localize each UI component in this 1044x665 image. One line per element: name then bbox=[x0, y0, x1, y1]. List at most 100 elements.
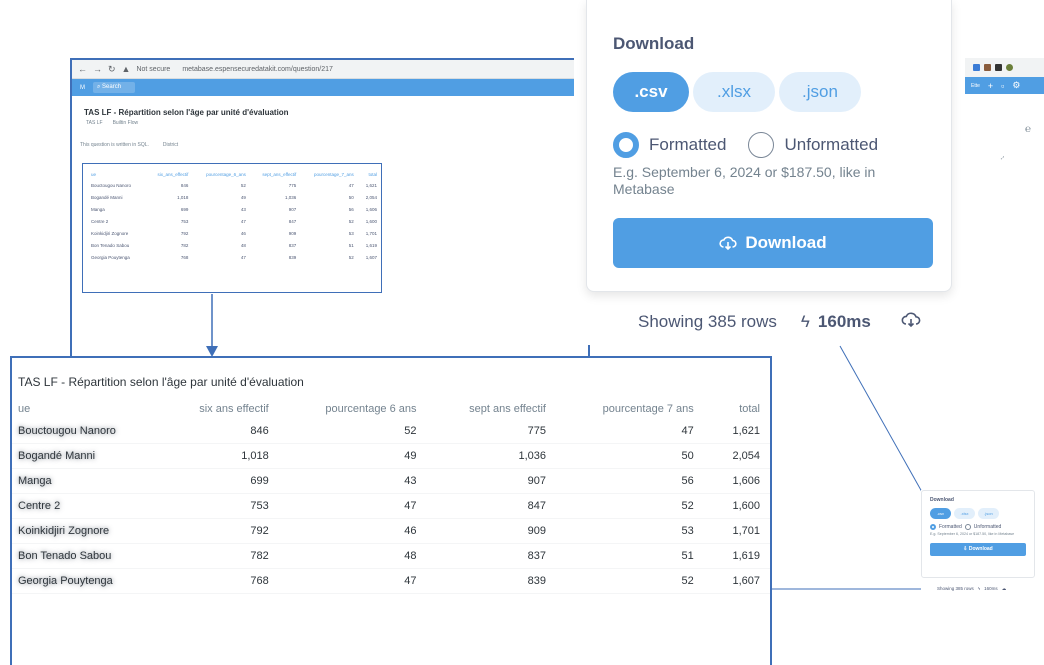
column-header[interactable]: pourcentage 7 ans bbox=[558, 397, 706, 419]
extension-icon[interactable] bbox=[973, 64, 980, 71]
collection-link[interactable]: TAS LF bbox=[86, 120, 103, 126]
thumbnail-card: Download .csv .xlsx .json Formatted Unfo… bbox=[921, 490, 1035, 578]
table-cell: 775 bbox=[288, 182, 297, 188]
table-cell: 50 bbox=[558, 443, 706, 469]
extension-icon[interactable] bbox=[984, 64, 991, 71]
table-cell: 51 bbox=[558, 543, 706, 569]
back-icon[interactable]: ← bbox=[78, 64, 87, 74]
format-json-button[interactable]: .json bbox=[779, 72, 861, 112]
table-cell: 1,018 bbox=[160, 443, 281, 469]
column-header[interactable]: total bbox=[706, 397, 770, 419]
table-cell-ue: Centre 2 bbox=[12, 493, 161, 519]
table-cell: 1,606 bbox=[365, 206, 377, 212]
unformatted-radio[interactable] bbox=[748, 132, 775, 158]
expand-icon[interactable]: ⤢ bbox=[1001, 155, 1044, 160]
bolt-icon: ϟ bbox=[800, 312, 810, 331]
bookmark-icon[interactable]: ▫ bbox=[1001, 81, 1004, 91]
table-cell-ue: Centre 2 bbox=[91, 218, 109, 224]
district-filter[interactable]: District bbox=[163, 142, 178, 148]
forward-icon[interactable]: → bbox=[93, 64, 102, 74]
table-cell: 47 bbox=[348, 182, 354, 188]
thumbnail-cloud-icon[interactable]: ☁ bbox=[1002, 586, 1007, 592]
thumbnail-formatted-label: Formatted bbox=[939, 524, 962, 530]
table-cell: 1,701 bbox=[365, 230, 377, 236]
format-xlsx-button[interactable]: .xlsx bbox=[693, 72, 775, 112]
table-cell: 846 bbox=[180, 182, 189, 188]
column-header[interactable]: six ans effectif bbox=[161, 397, 281, 419]
thumbnail-hint: E.g. September 6, 2024 or $187.50, like … bbox=[930, 532, 1015, 536]
table-row: Bouctougou Nanoro 846 52 775 47 1,621 bbox=[12, 419, 770, 444]
table-cell: 56 bbox=[558, 468, 706, 494]
table-row: Georgia Pouytenga 768 47 839 52 1,607 bbox=[12, 568, 770, 594]
table-row: Koinkidjiri Zognore 792 46 909 53 1,701 bbox=[83, 227, 381, 239]
table-row: Koinkidjiri Zognore 792 46 909 53 1,701 bbox=[12, 518, 770, 544]
table-cell: 1,701 bbox=[705, 518, 770, 544]
query-timing: 160ms bbox=[817, 312, 871, 331]
table-cell-ue: Bon Tenado Sabou bbox=[12, 543, 161, 569]
thumbnail-csv[interactable]: .csv bbox=[930, 508, 951, 519]
gear-icon[interactable]: ⚙ bbox=[1012, 80, 1020, 91]
table-cell-ue: Georgia Pouytenga bbox=[91, 254, 130, 260]
table-cell-ue: Koinkidjiri Zognore bbox=[91, 230, 129, 236]
table-row: Bon Tenado Sabou 782 48 837 51 1,619 bbox=[12, 543, 770, 569]
table-cell: 52 bbox=[558, 568, 706, 594]
format-hint: E.g. September 6, 2024 or $187.50, like … bbox=[613, 164, 876, 197]
download-results-icon[interactable] bbox=[901, 311, 921, 333]
table-cell: 49 bbox=[240, 194, 246, 200]
table-cell: 909 bbox=[428, 518, 558, 544]
table-cell: 52 bbox=[348, 218, 354, 224]
thumbnail-download-button[interactable]: ⇩ Download bbox=[930, 542, 1026, 556]
table-cell: 43 bbox=[280, 468, 429, 494]
formatted-radio[interactable] bbox=[613, 132, 639, 158]
builder-link[interactable]: Builtin Flow bbox=[113, 120, 139, 126]
table-row: Centre 2 753 47 847 52 1,600 bbox=[83, 215, 381, 227]
download-card: Download .csv .xlsx .json Formatted Unfo… bbox=[586, 0, 952, 292]
address-bar[interactable]: metabase.espensecuredatakit.com/question… bbox=[182, 66, 333, 73]
table-cell: 53 bbox=[348, 230, 354, 236]
table-cell: 53 bbox=[558, 518, 706, 544]
thumbnail-xlsx[interactable]: .xlsx bbox=[954, 508, 975, 519]
thumbnail-json[interactable]: .json bbox=[978, 508, 999, 519]
table-cell-ue: Manga bbox=[12, 468, 161, 494]
table-cell: 837 bbox=[288, 242, 297, 248]
table-title: TAS LF - Répartition selon l'âge par uni… bbox=[18, 375, 304, 389]
column-header[interactable]: pourcentage_7_ans bbox=[300, 170, 357, 179]
table-cell-ue: Georgia Pouytenga bbox=[12, 568, 161, 594]
sql-note-row: This question is written in SQL. Distric… bbox=[80, 142, 588, 148]
download-popover-zoom: Download .csv .xlsx .json Formatted Unfo… bbox=[574, 0, 964, 345]
question-title: TAS LF - Répartition selon l'âge par uni… bbox=[84, 108, 289, 117]
profile-avatar[interactable] bbox=[1006, 64, 1013, 71]
browser-toolbar: ← → ↻ ▲ Not secure metabase.espensecured… bbox=[72, 60, 588, 79]
column-header[interactable]: ue bbox=[12, 397, 161, 419]
column-header[interactable]: sept ans effectif bbox=[429, 397, 558, 419]
column-header[interactable]: pourcentage 6 ans bbox=[281, 397, 429, 419]
extension-icon[interactable] bbox=[995, 64, 1002, 71]
table-row: Georgia Pouytenga 768 47 839 52 1,607 bbox=[83, 251, 381, 263]
thumbnail-unformatted-radio[interactable] bbox=[964, 524, 971, 530]
search-input[interactable]: ⌕ Search bbox=[93, 82, 136, 93]
column-header[interactable]: six_ans_effectif bbox=[146, 170, 193, 179]
thumbnail-formatted-radio[interactable] bbox=[930, 524, 936, 530]
unformatted-label: Unformatted bbox=[784, 135, 879, 154]
table-row: Bouctougou Nanoro 846 52 775 47 1,621 bbox=[83, 179, 381, 191]
column-header[interactable]: sept_ans_effectif bbox=[250, 170, 300, 179]
table-cell: 48 bbox=[240, 242, 246, 248]
column-header[interactable]: total bbox=[358, 170, 381, 179]
table-cell: 1,600 bbox=[705, 493, 770, 519]
table-cell: 837 bbox=[428, 543, 558, 569]
reload-icon[interactable]: ↻ bbox=[108, 64, 116, 75]
format-csv-button[interactable]: .csv bbox=[613, 72, 689, 112]
table-cell-ue: Manga bbox=[91, 206, 105, 212]
edit-icon[interactable]: ℮ bbox=[1025, 124, 1044, 135]
download-button[interactable]: Download bbox=[613, 218, 933, 268]
column-header[interactable]: ue bbox=[83, 170, 146, 179]
new-icon[interactable]: + bbox=[988, 81, 993, 91]
table-cell: 56 bbox=[348, 206, 354, 212]
column-header[interactable]: pourcentage_6_ans bbox=[192, 170, 249, 179]
table-row: Bon Tenado Sabou 782 48 837 51 1,619 bbox=[83, 239, 381, 251]
format-option-row: Formatted Unformatted bbox=[613, 132, 878, 158]
thumbnail-bolt-icon: ϟ bbox=[977, 586, 981, 591]
metabase-logo-icon[interactable]: M bbox=[80, 85, 85, 91]
download-title: Download bbox=[613, 34, 695, 53]
table-cell: 753 bbox=[180, 218, 189, 224]
